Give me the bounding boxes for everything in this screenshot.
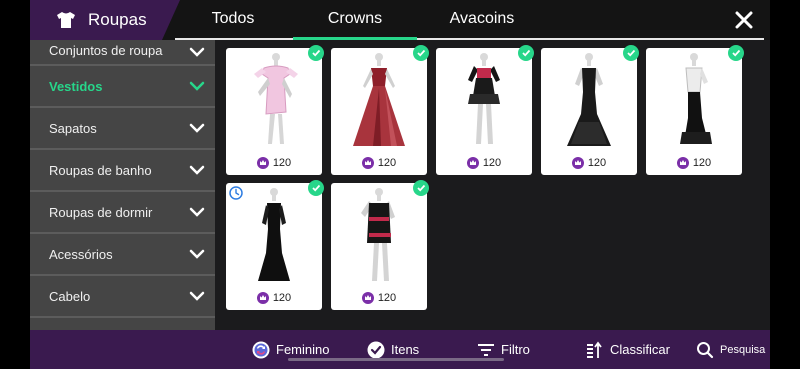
outfit-black-lace-gown-image <box>258 188 290 281</box>
bottom-toolbar: Feminino Itens Filtro Classificar Pesqui… <box>30 330 770 369</box>
item-price: 120 <box>331 292 427 304</box>
search-label: Pesquisa <box>720 343 766 356</box>
shirt-icon <box>57 12 75 28</box>
sidebar-item-label: Acessórios <box>49 246 113 262</box>
right-letterbox <box>770 0 800 369</box>
filter-icon <box>478 343 494 356</box>
owned-check-icon <box>728 45 744 61</box>
item-price: 120 <box>436 157 532 169</box>
chevron-down-icon <box>189 47 205 57</box>
active-tab-indicator <box>293 37 417 40</box>
crown-icon <box>676 157 689 169</box>
check-circle-icon <box>367 341 385 358</box>
chevron-down-icon <box>189 165 205 175</box>
item-card[interactable]: 120 <box>331 45 429 175</box>
wardrobe-screen: Roupas Todos Crowns Avacoins Conjuntos d… <box>30 0 770 369</box>
items-button[interactable]: Itens <box>367 330 419 369</box>
owned-check-icon <box>413 45 429 61</box>
outfit-black-ruffle-mini-image <box>468 53 500 144</box>
page-title: Roupas <box>88 10 147 29</box>
sort-button[interactable]: Classificar <box>586 330 670 369</box>
search-icon <box>697 341 714 358</box>
owned-check-icon <box>623 45 639 61</box>
sidebar-item-label: Cabelo <box>49 288 91 304</box>
item-price: 120 <box>646 157 742 169</box>
chevron-down-icon <box>189 123 205 133</box>
sidebar-item-conjuntos[interactable]: Conjuntos de roupa <box>30 40 215 66</box>
sidebar-item-label: Roupas de dormir <box>49 204 153 220</box>
outfit-jersey-88-dress-image <box>361 188 395 281</box>
sidebar-item-sapatos[interactable]: Sapatos <box>30 108 215 150</box>
close-icon <box>735 11 753 29</box>
sidebar-item-roupas-de-banho[interactable]: Roupas de banho <box>30 150 215 192</box>
close-button[interactable] <box>730 6 758 34</box>
chevron-down-icon <box>189 207 205 217</box>
crown-icon <box>361 157 374 169</box>
sort-label: Classificar <box>610 342 670 357</box>
owned-check-icon <box>413 180 429 196</box>
item-card[interactable]: 120 <box>541 45 639 175</box>
sidebar-item-label: Vestidos <box>49 78 103 94</box>
item-card[interactable]: 120 <box>646 45 744 175</box>
header: Roupas Todos Crowns Avacoins <box>30 0 770 40</box>
item-card[interactable]: 120 <box>436 45 534 175</box>
item-card[interactable]: 120 <box>226 180 324 310</box>
item-grid: 120 120 120 120 120 120 120 <box>226 45 766 330</box>
chevron-down-icon <box>189 81 205 91</box>
filter-label: Filtro <box>501 342 530 357</box>
item-card[interactable]: 120 <box>226 45 324 175</box>
item-price: 120 <box>226 157 322 169</box>
items-label: Itens <box>391 342 420 357</box>
sidebar-item-roupas-de-dormir[interactable]: Roupas de dormir <box>30 192 215 234</box>
crown-icon <box>256 292 269 304</box>
owned-check-icon <box>308 180 324 196</box>
sidebar-item-acessorios[interactable]: Acessórios <box>30 234 215 276</box>
owned-check-icon <box>518 45 534 61</box>
section-title: Roupas <box>30 0 180 40</box>
sort-icon <box>587 341 602 358</box>
outfit-red-ball-gown-image <box>353 53 405 146</box>
outfit-pink-mini-dress-image <box>254 53 298 144</box>
crown-icon <box>361 292 374 304</box>
crown-icon <box>466 157 479 169</box>
left-letterbox <box>0 0 30 369</box>
filter-button[interactable]: Filtro <box>477 330 530 369</box>
tab-todos[interactable]: Todos <box>193 0 273 38</box>
sidebar-item-cabelo[interactable]: Cabelo <box>30 276 215 318</box>
home-indicator <box>288 358 504 361</box>
sidebar-item-label: Roupas de banho <box>49 162 152 178</box>
gender-swap-icon <box>252 341 270 358</box>
owned-check-icon <box>308 45 324 61</box>
outfit-black-white-mermaid-image <box>680 53 712 144</box>
crown-icon <box>256 157 269 169</box>
sidebar-item-label: Conjuntos de roupa <box>49 43 163 58</box>
sidebar-item-label: Sapatos <box>49 120 97 136</box>
gender-toggle-button[interactable]: Feminino <box>252 330 329 369</box>
item-price: 120 <box>226 292 322 304</box>
search-button[interactable]: Pesquisa <box>696 330 765 369</box>
crown-icon <box>571 157 584 169</box>
item-price: 120 <box>541 157 637 169</box>
tab-divider <box>175 38 764 40</box>
chevron-down-icon <box>189 249 205 259</box>
gender-label: Feminino <box>276 342 330 357</box>
tab-crowns[interactable]: Crowns <box>293 0 417 38</box>
sidebar-item-vestidos[interactable]: Vestidos <box>30 66 215 108</box>
chevron-down-icon <box>189 291 205 301</box>
outfit-black-mermaid-gown-image <box>567 53 611 146</box>
tab-avacoins[interactable]: Avacoins <box>432 0 532 38</box>
item-card[interactable]: 120 <box>331 180 429 310</box>
category-sidebar: Conjuntos de roupa Vestidos Sapatos Roup… <box>30 40 215 330</box>
item-price: 120 <box>331 157 427 169</box>
